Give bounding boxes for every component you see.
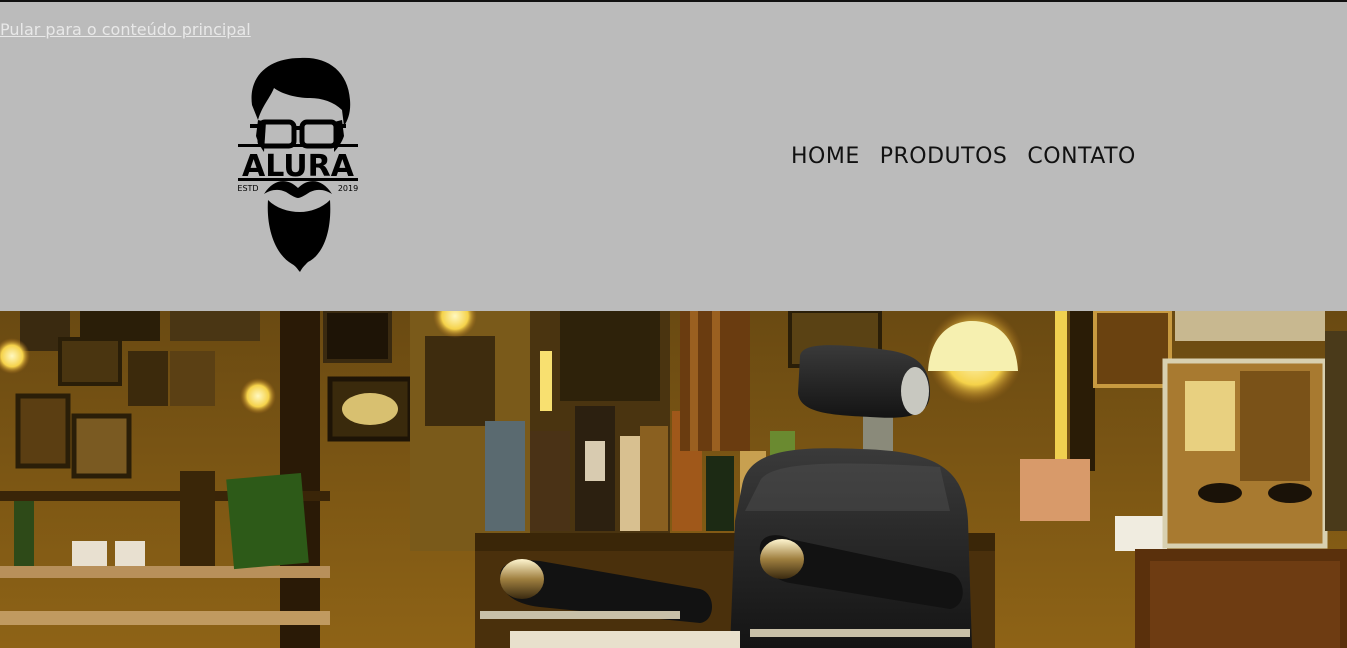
hero-banner xyxy=(0,311,1347,648)
logo-year-text: 2019 xyxy=(338,184,358,193)
skip-to-content-link[interactable]: Pular para o conteúdo principal xyxy=(0,20,251,39)
alura-barber-logo[interactable]: ALURA ESTD 2019 xyxy=(230,50,366,276)
site-header: Pular para o conteúdo principal ALURA ES… xyxy=(0,0,1347,311)
nav-home-link[interactable]: HOME xyxy=(791,144,860,169)
main-nav: HOME PRODUTOS CONTATO xyxy=(791,144,1136,169)
nav-produtos-link[interactable]: PRODUTOS xyxy=(880,144,1008,169)
barbershop-hero-image xyxy=(0,311,1347,648)
logo-estd-text: ESTD xyxy=(237,184,258,193)
top-border xyxy=(0,0,1347,2)
nav-contato-link[interactable]: CONTATO xyxy=(1027,144,1135,169)
